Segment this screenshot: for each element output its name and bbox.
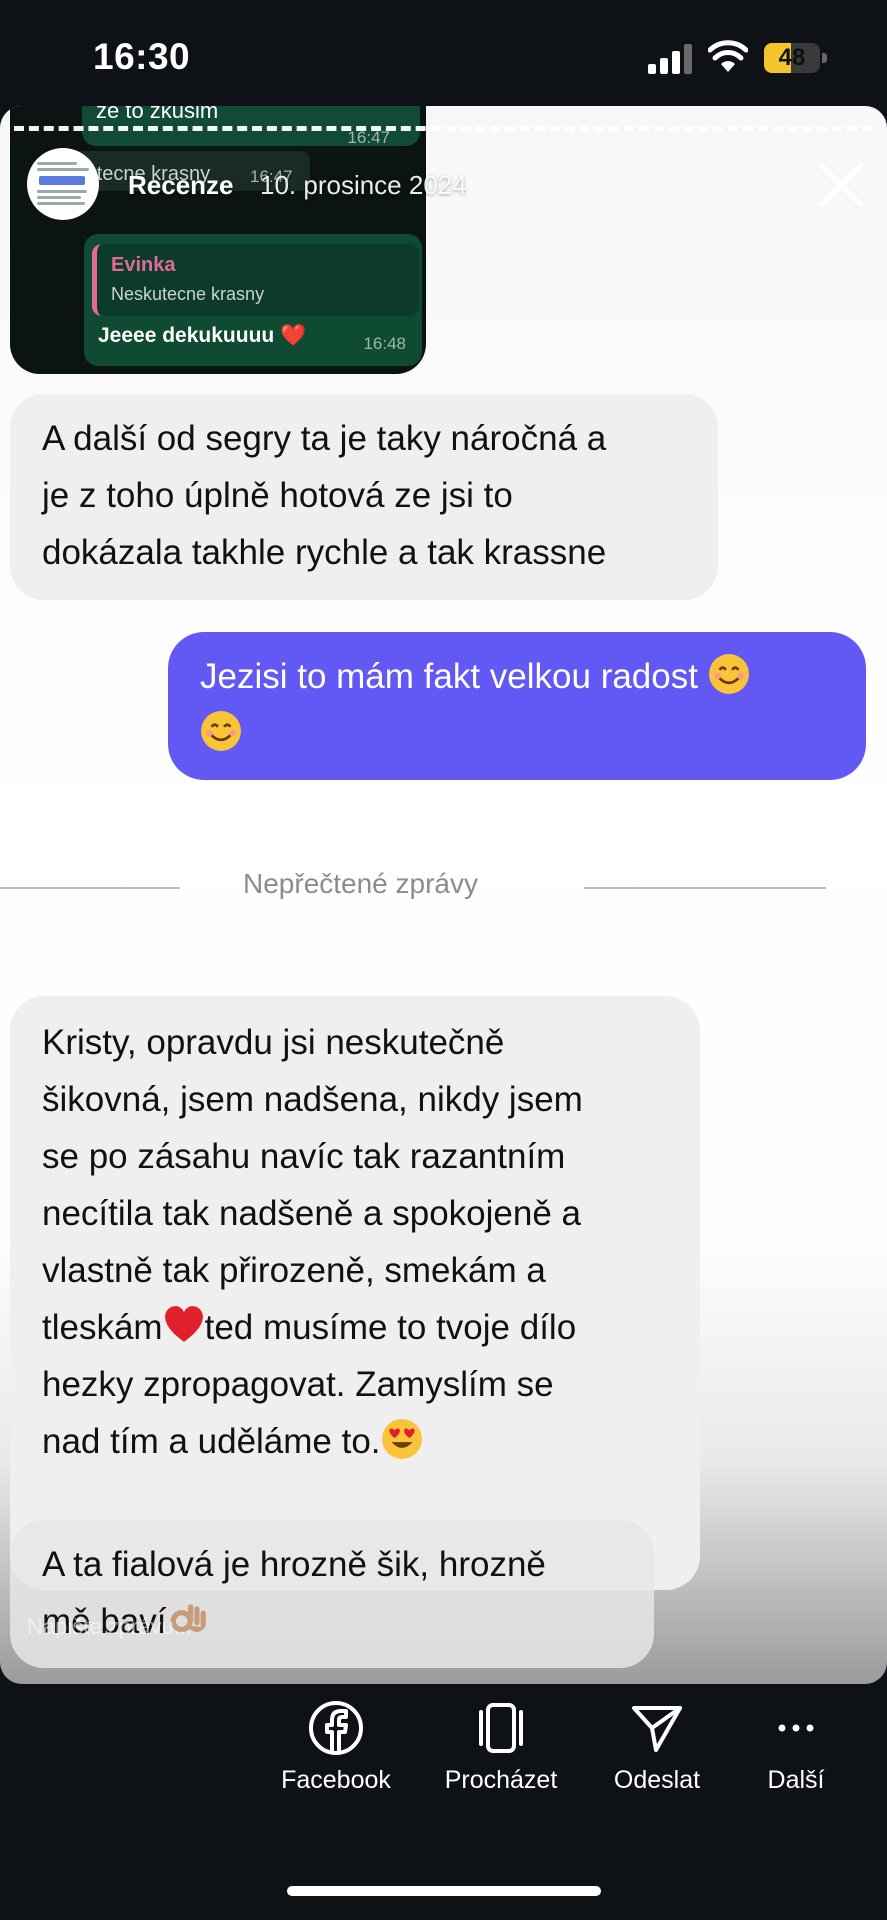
message-text: tleskám: [42, 1308, 163, 1347]
wa-quoted-message: Evinka Neskutecne krasny: [92, 244, 419, 316]
story-card[interactable]: ze to zkusim 16:47 Neskutecne krasny 16:…: [0, 106, 887, 1684]
incoming-message: A ta fialová je hrozně šik, hrozně mě ba…: [10, 1520, 654, 1668]
more-button[interactable]: Další: [746, 1700, 846, 1795]
message-text: nad tím a uděláme to.: [42, 1422, 381, 1461]
outgoing-message-text: Jezisi to mám fakt velkou radost: [200, 648, 840, 762]
message-line: A ta fialová je hrozně šik, hrozně: [42, 1545, 546, 1584]
wa-reply-bubble: Evinka Neskutecne krasny Jeeee dekukuuuu…: [84, 234, 422, 366]
browse-label: Procházet: [444, 1766, 558, 1794]
divider-line: [0, 887, 180, 889]
message-line: se po zásahu navíc tak razantním: [42, 1137, 566, 1176]
incoming-message: A další od segry ta je taky náročná a je…: [10, 394, 718, 600]
whatsapp-screenshot-image: ze to zkusim 16:47 Neskutecne krasny 16:…: [10, 106, 426, 374]
cellular-signal-icon: [648, 44, 692, 74]
browse-button[interactable]: Procházet: [436, 1700, 566, 1795]
facebook-share-button[interactable]: Facebook: [276, 1700, 396, 1795]
story-date: 10. prosince 2024: [260, 170, 467, 200]
close-icon[interactable]: [815, 159, 867, 211]
battery-indicator: 48: [764, 43, 828, 73]
home-indicator[interactable]: [287, 1886, 601, 1896]
message-line: je z toho úplně hotová ze jsi to: [42, 476, 513, 515]
red-heart-emoji-icon: [164, 1306, 203, 1342]
message-line: necítila tak nadšeně a spokojeně a: [42, 1194, 581, 1233]
more-label: Další: [767, 1766, 825, 1794]
incoming-message: Kristy, opravdu jsi neskutečně šikovná, …: [10, 996, 700, 1590]
message-line: Jezisi to mám fakt velkou radost: [200, 657, 698, 696]
smiling-face-emoji-icon: [201, 711, 241, 751]
message-line: dokázala takhle rychle a tak krassne: [42, 533, 607, 572]
message-line-with-emoji: tleskám ted musíme to tvoje dílo: [42, 1299, 576, 1356]
divider-line: [584, 887, 826, 889]
send-paper-plane-icon: [632, 1706, 682, 1752]
message-line: A další od segry ta je taky náročná a: [42, 419, 607, 458]
message-line: Kristy, opravdu jsi neskutečně: [42, 1023, 505, 1062]
status-bar: 16:30 48: [0, 0, 887, 108]
wifi-icon: [708, 40, 748, 72]
wa-quote-author: Evinka: [111, 254, 176, 276]
story-actions-bar: Facebook Procházet Odeslat Další: [0, 1700, 887, 1860]
wa-message-text: Jeeee dekukuuuu ❤️: [98, 324, 307, 347]
wa-quote-text: Neskutecne krasny: [111, 284, 265, 304]
wa-top-message: ze to zkusim: [96, 106, 219, 123]
story-progress-bar: [14, 126, 872, 136]
story-title[interactable]: Recenze: [128, 170, 234, 201]
message-text: ted musíme to tvoje dílo: [204, 1308, 577, 1347]
message-line: hezky zpropagovat. Zamyslím se: [42, 1365, 554, 1404]
send-label: Odeslat: [613, 1766, 701, 1794]
outgoing-message: Jezisi to mám fakt velkou radost: [168, 632, 866, 780]
status-time: 16:30: [93, 36, 191, 77]
message-line: šikovná, jsem nadšena, nikdy jsem: [42, 1080, 583, 1119]
message-line: vlastně tak přirozeně, smekám a: [42, 1251, 546, 1290]
browse-cards-icon: [479, 1703, 523, 1753]
heart-eyes-emoji-icon: [381, 1419, 422, 1459]
facebook-icon: [309, 1701, 363, 1755]
reply-input-placeholder[interactable]: Napište zprávu...: [27, 1614, 192, 1640]
wa-message-time: 16:48: [363, 334, 406, 353]
more-dots-icon: [778, 1724, 814, 1732]
facebook-label: Facebook: [281, 1766, 391, 1794]
send-button[interactable]: Odeslat: [602, 1700, 712, 1795]
smiling-face-emoji-icon: [708, 654, 749, 694]
message-line-with-emoji: nad tím a uděláme to.: [42, 1413, 423, 1470]
battery-percentage: 48: [778, 44, 806, 71]
avatar[interactable]: [27, 148, 99, 220]
unread-messages-divider: Nepřečtené zprávy: [243, 868, 479, 899]
